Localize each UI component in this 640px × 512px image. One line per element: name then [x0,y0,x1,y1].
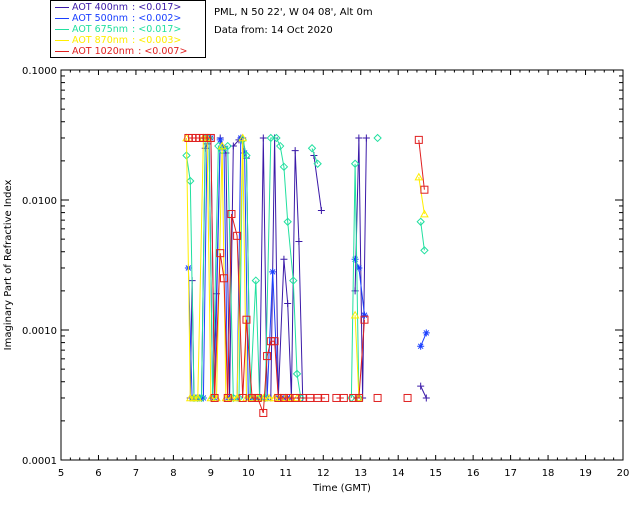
y-axis-ticks: 0.0001 0.0010 0.0100 0.1000 [22,66,623,467]
data-point-asterisk [422,329,430,337]
x-axis-ticks: 5 6 7 8 9 10 11 12 13 14 15 16 17 18 19 20 [58,70,630,479]
data-point-asterisk [417,342,425,350]
x-tick-label: 9 [208,468,214,479]
series-line [420,332,427,347]
x-tick-label: 6 [95,468,101,479]
legend-entry-675nm: AOT 675nm : <0.017> [55,24,181,35]
y-tick-label: 0.1000 [22,66,57,77]
legend-swatch-400nm [55,7,69,8]
data-point-asterisk [360,311,368,319]
legend-value-870nm: : <0.003> [132,35,182,46]
x-tick-label: 17 [504,468,517,479]
data-point-square [403,393,412,402]
x-tick-label: 14 [392,468,405,479]
data-point-plus [362,134,370,142]
x-tick-label: 15 [429,468,442,479]
legend-value-500nm: : <0.002> [132,13,182,24]
x-tick-label: 20 [617,468,630,479]
data-point-plus [259,134,267,142]
data-point-plus [295,237,303,245]
data-point-square [373,393,382,402]
series-line [420,221,425,251]
series-line [420,385,427,399]
x-tick-label: 10 [242,468,255,479]
x-tick-label: 7 [133,468,139,479]
legend-entry-1020nm: AOT 1020nm : <0.007> [55,46,187,57]
x-tick-label: 13 [354,468,367,479]
y-tick-label: 0.0100 [22,196,57,207]
data-point-diamond [373,133,382,143]
data-point-asterisk [216,136,224,144]
legend-entry-500nm: AOT 500nm : <0.002> [55,13,181,24]
legend: AOT 400nm : <0.017> AOT 500nm : <0.002> … [50,0,206,58]
legend-value-675nm: : <0.017> [132,24,182,35]
data-point-plus [291,147,299,155]
y-axis-label: Imaginary Part of Refractive Index [3,180,14,351]
date-text: Data from: 14 Oct 2020 [214,25,333,36]
chart-canvas: 5 6 7 8 9 10 11 12 13 14 15 16 17 18 19 20 0.0001 0.0010… [3,66,630,494]
series-layer [182,133,430,417]
data-point-plus [422,394,430,402]
location-text: PML, N 50 22', W 04 08', Alt 0m [214,7,373,18]
data-point-plus [317,207,325,215]
legend-entry-400nm: AOT 400nm : <0.017> [55,2,181,13]
data-point-plus [355,134,363,142]
x-tick-label: 11 [279,468,292,479]
x-tick-label: 16 [467,468,480,479]
legend-value-400nm: : <0.017> [132,2,182,13]
x-tick-label: 19 [579,468,592,479]
legend-name-675nm: AOT 675nm [72,24,129,35]
x-tick-label: 5 [58,468,64,479]
y-tick-label: 0.0010 [22,326,57,337]
legend-swatch-675nm [55,29,69,30]
legend-name-870nm: AOT 870nm [72,35,129,46]
legend-name-400nm: AOT 400nm [72,2,129,13]
x-tick-label: 18 [542,468,555,479]
legend-entry-870nm: AOT 870nm : <0.003> [55,35,181,46]
data-point-plus [280,255,288,263]
x-tick-label: 8 [170,468,176,479]
data-point-asterisk [269,268,277,276]
legend-value-1020nm: : <0.007> [138,46,188,57]
data-point-plus [417,382,425,390]
legend-swatch-1020nm [55,51,69,52]
legend-swatch-500nm [55,18,69,19]
x-axis-label: Time (GMT) [312,483,371,494]
series-0 [186,134,430,402]
legend-name-500nm: AOT 500nm [72,13,129,24]
data-point-diamond [307,144,317,153]
legend-name-1020nm: AOT 1020nm [72,46,135,57]
x-tick-label: 12 [317,468,330,479]
data-point-asterisk [351,255,359,263]
data-point-plus [284,299,292,307]
legend-swatch-870nm [55,40,69,41]
y-tick-label: 0.0001 [22,456,57,467]
